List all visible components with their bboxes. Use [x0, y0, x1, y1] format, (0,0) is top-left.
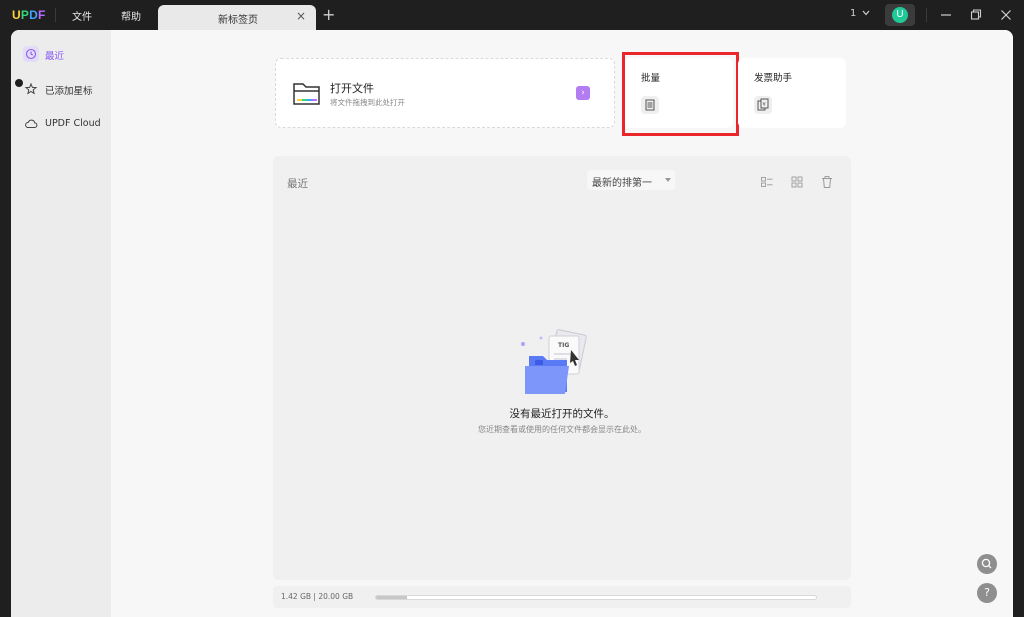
cloud-icon — [23, 116, 39, 132]
storage-status: 1.42 GB | 20.00 GB — [273, 586, 851, 608]
close-window-icon[interactable] — [997, 6, 1015, 24]
page-indicator[interactable]: 1 — [850, 8, 856, 19]
help-button[interactable]: ? — [977, 583, 997, 603]
star-icon — [23, 81, 39, 97]
storage-progress-fill — [376, 596, 408, 599]
sidebar-item-cloud[interactable]: UPDF Cloud — [21, 113, 107, 135]
open-file-arrow-button[interactable]: › — [576, 86, 590, 100]
sidebar-item-recent[interactable]: 最近 — [21, 43, 107, 65]
svg-text:TIG: TIG — [558, 342, 569, 349]
sidebar-item-label: 最近 — [45, 51, 65, 62]
sidebar-collapse-handle[interactable] — [15, 79, 23, 87]
main-window: 最近 已添加星标 UPDF Cloud 打开文件 将文件拖拽到此处打开 › 批量… — [11, 30, 1013, 617]
restore-icon[interactable] — [967, 6, 985, 24]
empty-state-title: 没有最近打开的文件。 — [509, 408, 615, 420]
sidebar: 最近 已添加星标 UPDF Cloud — [11, 30, 111, 617]
tab-new[interactable]: 新标签页 × — [158, 5, 316, 30]
folder-icon — [293, 83, 320, 105]
list-view-icon[interactable] — [760, 175, 774, 189]
caret-down-icon — [665, 178, 671, 182]
open-file-card[interactable]: 打开文件 将文件拖拽到此处打开 › — [275, 58, 615, 128]
open-file-title: 打开文件 — [330, 82, 374, 95]
sidebar-item-starred[interactable]: 已添加星标 — [21, 78, 107, 100]
title-bar: UPDF 文件 帮助 新标签页 × + 1 U — [0, 0, 1024, 30]
invoice-icon: ¥ — [754, 96, 772, 114]
grid-view-icon[interactable] — [790, 175, 804, 189]
sidebar-item-label: UPDF Cloud — [45, 118, 101, 129]
avatar: U — [892, 7, 908, 23]
account-button[interactable]: U — [885, 4, 915, 26]
menu-file[interactable]: 文件 — [72, 8, 92, 23]
title-divider-right — [926, 8, 927, 22]
menu-help[interactable]: 帮助 — [121, 8, 141, 23]
svg-text:¥: ¥ — [763, 102, 766, 108]
search-icon[interactable] — [977, 554, 997, 574]
highlight-box — [622, 52, 739, 136]
sort-value: 最新的排第一 — [592, 178, 652, 189]
minimize-icon[interactable] — [937, 6, 955, 24]
close-icon[interactable]: × — [296, 9, 306, 23]
trash-icon[interactable] — [820, 175, 834, 189]
chevron-down-icon[interactable] — [862, 10, 870, 16]
storage-text: 1.42 GB | 20.00 GB — [281, 592, 354, 601]
invoice-label: 发票助手 — [754, 73, 793, 84]
tab-label: 新标签页 — [218, 15, 258, 26]
app-logo: UPDF — [12, 8, 46, 22]
empty-folder-illustration: TIG — [521, 329, 587, 394]
open-file-subtitle: 将文件拖拽到此处打开 — [330, 98, 405, 107]
sidebar-item-label: 已添加星标 — [45, 86, 93, 97]
recent-panel: 最近 最新的排第一 TIG 没有最近打开的文件。 您近期查看或使用的任何文件都会… — [273, 156, 851, 580]
title-divider — [55, 8, 56, 22]
sort-dropdown[interactable]: 最新的排第一 — [587, 170, 675, 190]
clock-icon — [23, 46, 39, 62]
invoice-tool-card[interactable]: 发票助手 ¥ — [738, 58, 846, 128]
recent-title: 最近 — [287, 178, 308, 190]
storage-progress — [375, 595, 817, 600]
add-tab-icon[interactable]: + — [322, 5, 335, 24]
home-content: 打开文件 将文件拖拽到此处打开 › 批量 发票助手 ¥ 最近 最新的排第一 TI… — [111, 30, 1013, 617]
empty-state-subtitle: 您近期查看或使用的任何文件都会显示在此处。 — [478, 425, 646, 434]
